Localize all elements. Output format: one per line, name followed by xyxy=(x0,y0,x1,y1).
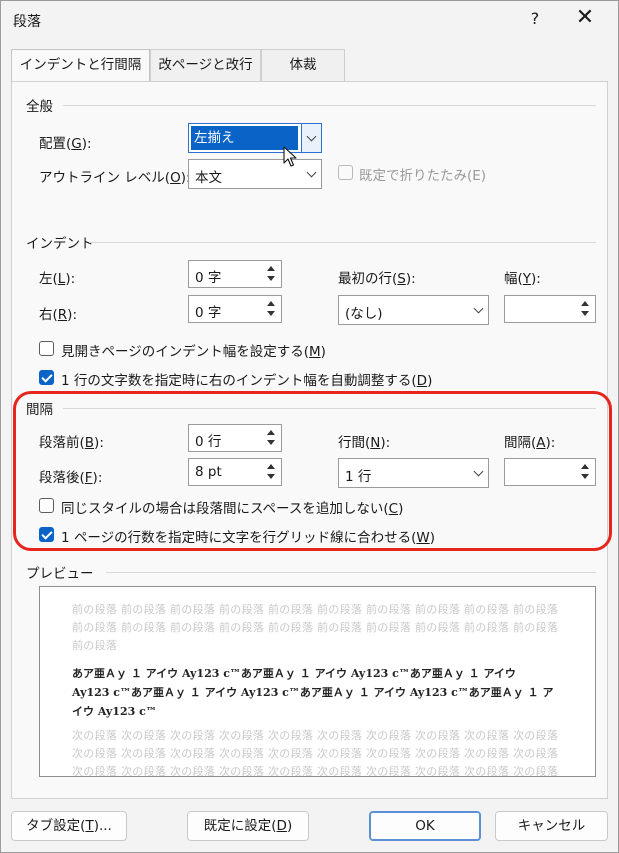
indent-separator xyxy=(89,242,596,243)
spinner-arrows-icon[interactable] xyxy=(577,461,593,483)
no-space-same-style-label: 同じスタイルの場合は段落間にスペースを追加しない(C) xyxy=(61,501,404,517)
auto-adjust-indent-label: 1 行の文字数を指定時に右のインデント幅を自動調整する(D) xyxy=(61,373,433,389)
preview-sample-line: イウ Ay123 c™ xyxy=(72,705,157,718)
tabs-settings-button[interactable]: タブ設定(T)... xyxy=(11,811,127,841)
snap-to-grid-label: 1 ページの行数を指定時に文字を行グリッド線に合わせる(W) xyxy=(61,530,436,546)
spacing-separator xyxy=(63,408,596,409)
snap-to-grid-checkbox[interactable] xyxy=(39,527,54,542)
space-after-label: 段落後(F): xyxy=(39,470,103,486)
cancel-button[interactable]: キャンセル xyxy=(495,811,608,841)
outline-level-combo[interactable]: 本文 xyxy=(188,159,322,189)
spinner-arrows-icon[interactable] xyxy=(263,298,279,320)
spacing-section-title: 間隔 xyxy=(26,402,53,418)
preview-prev-line: 前の段落 前の段落 前の段落 前の段落 前の段落 前の段落 前の段落 前の段落 … xyxy=(72,603,559,616)
indent-section-title: インデント xyxy=(26,236,94,252)
space-before-spinner[interactable]: 0 行 xyxy=(188,424,282,452)
indent-right-value: 0 字 xyxy=(195,305,222,321)
paragraph-dialog: 段落 ? ✕ インデントと行間隔 改ページと改行 体裁 全般 配置(G): 左揃… xyxy=(0,0,619,853)
mirror-indents-checkbox[interactable] xyxy=(39,341,54,356)
spacing-at-label: 間隔(A): xyxy=(504,435,556,451)
indent-width-label: 幅(Y): xyxy=(504,271,541,287)
chevron-down-icon[interactable] xyxy=(301,160,321,188)
general-section-title: 全般 xyxy=(26,99,53,115)
preview-sample-line: Ay123 c™あア亜Ａｙ １ アイウ Ay123 c™あア亜Ａｙ １ アイウ … xyxy=(72,686,554,699)
space-after-value: 8 pt xyxy=(195,464,222,480)
alignment-label: 配置(G): xyxy=(39,136,92,152)
tab-page-breaks[interactable]: 改ページと改行 xyxy=(150,49,261,81)
chevron-down-icon[interactable] xyxy=(301,124,321,152)
spinner-arrows-icon[interactable] xyxy=(263,427,279,449)
mouse-cursor-icon xyxy=(283,146,297,167)
indent-left-label: 左(L): xyxy=(39,271,76,287)
set-default-button[interactable]: 既定に設定(D) xyxy=(187,811,309,841)
preview-section-title: プレビュー xyxy=(26,566,94,582)
spinner-arrows-icon[interactable] xyxy=(263,461,279,483)
line-spacing-combo[interactable]: 1 行 xyxy=(338,458,489,488)
preview-prev-line: 前の段落 xyxy=(72,639,118,652)
space-before-label: 段落前(B): xyxy=(39,435,104,451)
space-before-value: 0 行 xyxy=(195,434,222,450)
spacing-at-spinner[interactable] xyxy=(504,458,596,486)
preview-separator xyxy=(106,572,596,573)
mirror-indents-label: 見開きページのインデント幅を設定する(M) xyxy=(61,344,326,360)
spinner-arrows-icon[interactable] xyxy=(577,298,593,320)
general-separator xyxy=(63,105,596,106)
indent-width-spinner[interactable] xyxy=(504,295,596,323)
preview-sample-line: あア亜Ａｙ １ アイウ Ay123 c™あア亜Ａｙ １ アイウ Ay123 c™… xyxy=(72,667,516,680)
space-after-spinner[interactable]: 8 pt xyxy=(188,458,282,486)
dialog-title: 段落 xyxy=(13,14,41,30)
close-button[interactable]: ✕ xyxy=(573,5,597,30)
tab-typography[interactable]: 体裁 xyxy=(261,49,345,81)
title-bar: 段落 ? ✕ xyxy=(1,1,618,39)
chevron-down-icon[interactable] xyxy=(468,459,488,487)
preview-next-line: 次の段落 次の段落 次の段落 次の段落 次の段落 次の段落 次の段落 次の段落 … xyxy=(72,747,559,760)
line-spacing-value: 1 行 xyxy=(345,469,372,485)
auto-adjust-indent-checkbox[interactable] xyxy=(39,370,54,385)
line-spacing-label: 行間(N): xyxy=(338,435,391,451)
indent-left-spinner[interactable]: 0 字 xyxy=(188,260,282,288)
first-line-combo[interactable]: (なし) xyxy=(338,295,489,325)
chevron-down-icon[interactable] xyxy=(468,296,488,324)
preview-next-line: 次の段落 次の段落 次の段落 次の段落 次の段落 次の段落 次の段落 次の段落 … xyxy=(72,765,559,777)
spinner-arrows-icon[interactable] xyxy=(263,263,279,285)
alignment-selected-value: 左揃え xyxy=(191,126,298,150)
collapsed-default-label: 既定で折りたたみ(E) xyxy=(359,168,487,184)
outline-level-value: 本文 xyxy=(195,170,222,186)
indent-left-value: 0 字 xyxy=(195,270,222,286)
help-button[interactable]: ? xyxy=(525,9,545,28)
collapsed-default-checkbox[interactable] xyxy=(338,165,353,180)
paragraph-preview: 前の段落 前の段落 前の段落 前の段落 前の段落 前の段落 前の段落 前の段落 … xyxy=(39,586,596,777)
preview-prev-line: 前の段落 前の段落 前の段落 前の段落 前の段落 前の段落 前の段落 前の段落 … xyxy=(72,621,559,634)
ok-button[interactable]: OK xyxy=(369,811,481,841)
indent-right-label: 右(R): xyxy=(39,307,77,323)
first-line-value: (なし) xyxy=(345,306,383,322)
outline-level-label: アウトライン レベル(O): xyxy=(39,170,191,186)
no-space-same-style-checkbox[interactable] xyxy=(39,498,54,513)
indent-right-spinner[interactable]: 0 字 xyxy=(188,295,282,323)
preview-next-line: 次の段落 次の段落 次の段落 次の段落 次の段落 次の段落 次の段落 次の段落 … xyxy=(72,729,559,742)
tab-indent-spacing[interactable]: インデントと行間隔 xyxy=(11,49,150,83)
first-line-label: 最初の行(S): xyxy=(338,271,416,287)
alignment-combo[interactable]: 左揃え xyxy=(188,123,322,153)
